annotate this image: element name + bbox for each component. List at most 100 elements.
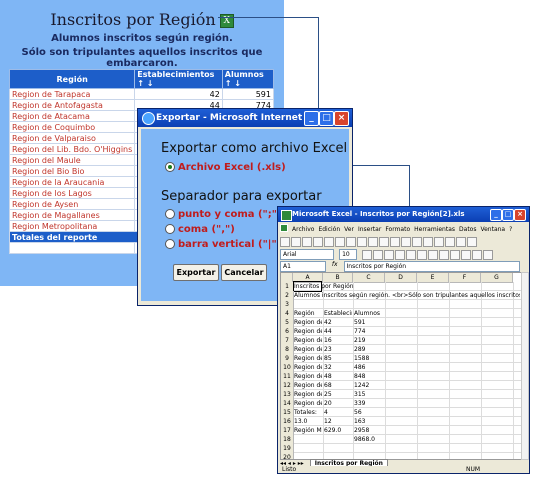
- chart-wizard-icon[interactable]: [445, 237, 455, 247]
- currency-icon[interactable]: [439, 250, 450, 260]
- spelling-icon[interactable]: [335, 237, 345, 247]
- menu-insertar[interactable]: Insertar: [358, 226, 381, 233]
- file-option-radio[interactable]: [165, 162, 175, 172]
- preview-icon[interactable]: [324, 237, 334, 247]
- cell[interactable]: 23: [324, 345, 352, 354]
- column-header[interactable]: E: [417, 273, 449, 283]
- column-header[interactable]: G: [481, 273, 513, 283]
- cell[interactable]: 1588: [354, 354, 384, 363]
- spreadsheet-grid[interactable]: A B C D E F G 1 Inscritos por Región 2 Alumnos ins…: [280, 272, 522, 460]
- pipe-radio[interactable]: [165, 239, 175, 249]
- cell[interactable]: Region de: [294, 354, 322, 363]
- comma-radio[interactable]: [165, 224, 175, 234]
- maximize-icon[interactable]: □: [319, 111, 334, 126]
- font-color-icon[interactable]: [483, 250, 494, 260]
- cell[interactable]: 25: [324, 390, 352, 399]
- open-icon[interactable]: [291, 237, 301, 247]
- cell[interactable]: 629.0: [324, 426, 352, 435]
- semicolon-radio[interactable]: [165, 209, 175, 219]
- cell[interactable]: 486: [354, 363, 384, 372]
- cell[interactable]: 32: [324, 363, 352, 372]
- vertical-scrollbar[interactable]: [521, 272, 529, 460]
- underline-icon[interactable]: [384, 250, 395, 260]
- name-box[interactable]: A1: [280, 261, 326, 272]
- cut-icon[interactable]: [346, 237, 356, 247]
- cell[interactable]: Region de: [294, 345, 322, 354]
- print-icon[interactable]: [313, 237, 323, 247]
- dialog-title-bar[interactable]: Exportar - Microsoft Internet Exp... _ □…: [138, 109, 352, 127]
- cell[interactable]: 163: [354, 417, 384, 426]
- italic-icon[interactable]: [373, 250, 384, 260]
- bold-icon[interactable]: [362, 250, 373, 260]
- new-icon[interactable]: [280, 237, 290, 247]
- cell[interactable]: Región Me: [294, 426, 322, 435]
- sort-asc-icon[interactable]: [423, 237, 433, 247]
- cell[interactable]: Establecin: [324, 309, 352, 318]
- cell[interactable]: Region de: [294, 390, 322, 399]
- menu-ver[interactable]: Ver: [344, 226, 354, 233]
- menu-help[interactable]: ?: [509, 226, 512, 233]
- cell[interactable]: 56: [354, 408, 384, 417]
- drawing-icon[interactable]: [456, 237, 466, 247]
- font-size-select[interactable]: 10: [339, 249, 358, 260]
- cell[interactable]: Region del: [294, 363, 322, 372]
- export-button[interactable]: Exportar: [173, 264, 219, 281]
- column-header[interactable]: C: [353, 273, 385, 283]
- cell[interactable]: 13.0: [294, 417, 322, 426]
- font-name-select[interactable]: Arial: [280, 249, 334, 260]
- cell[interactable]: 848: [354, 372, 384, 381]
- close-icon[interactable]: ×: [514, 209, 526, 221]
- cell[interactable]: Inscritos por Región: [293, 281, 354, 292]
- separator-pipe[interactable]: barra vertical ("|"): [165, 239, 281, 250]
- hyperlink-icon[interactable]: [401, 237, 411, 247]
- menu-ventana[interactable]: Ventana: [480, 226, 505, 233]
- cell[interactable]: 68: [324, 381, 352, 390]
- cell[interactable]: 20: [324, 399, 352, 408]
- cell[interactable]: 2958: [354, 426, 384, 435]
- fill-color-icon[interactable]: [472, 250, 483, 260]
- separator-semicolon[interactable]: punto y coma (";"): [165, 209, 282, 220]
- autosum-icon[interactable]: [412, 237, 422, 247]
- column-header[interactable]: F: [449, 273, 481, 283]
- column-header-establecimientos[interactable]: Establecimientos ↑ ↓: [134, 69, 223, 89]
- column-header-region[interactable]: Región: [8, 69, 136, 89]
- column-header[interactable]: D: [385, 273, 417, 283]
- cell[interactable]: Totales:: [294, 408, 322, 417]
- separator-comma[interactable]: coma (","): [165, 224, 235, 235]
- cell[interactable]: Region del: [294, 372, 322, 381]
- cell[interactable]: Región: [294, 309, 322, 318]
- menu-archivo[interactable]: Archivo: [292, 226, 314, 233]
- redo-icon[interactable]: [390, 237, 400, 247]
- cancel-button[interactable]: Cancelar: [221, 264, 267, 281]
- cell[interactable]: 42: [324, 318, 352, 327]
- cell[interactable]: Region de: [294, 318, 322, 327]
- cell[interactable]: 9868.0: [354, 435, 384, 444]
- cell[interactable]: 12: [324, 417, 352, 426]
- cell[interactable]: 1242: [354, 381, 384, 390]
- minimize-icon[interactable]: _: [304, 111, 319, 126]
- cell[interactable]: 44: [324, 327, 352, 336]
- cell[interactable]: 219: [354, 336, 384, 345]
- cell[interactable]: Region de: [294, 327, 322, 336]
- save-icon[interactable]: [302, 237, 312, 247]
- cell[interactable]: 16: [324, 336, 352, 345]
- minimize-icon[interactable]: _: [490, 209, 502, 221]
- cell[interactable]: 289: [354, 345, 384, 354]
- cell[interactable]: 315: [354, 390, 384, 399]
- cell[interactable]: Region de: [294, 336, 322, 345]
- cell[interactable]: Alumnos inscritos según región. <br>Sólo…: [294, 291, 520, 300]
- cell[interactable]: 48: [324, 372, 352, 381]
- menu-formato[interactable]: Formato: [385, 226, 410, 233]
- menu-edicion[interactable]: Edición: [318, 226, 340, 233]
- file-option[interactable]: Archivo Excel (.xls): [165, 162, 286, 173]
- column-header-alumnos[interactable]: Alumnos ↑ ↓: [221, 69, 275, 89]
- undo-icon[interactable]: [379, 237, 389, 247]
- menu-herramientas[interactable]: Herramientas: [414, 226, 455, 233]
- function-icon[interactable]: fx: [332, 261, 338, 268]
- cell[interactable]: Region del: [294, 381, 322, 390]
- align-left-icon[interactable]: [395, 250, 406, 260]
- cell[interactable]: 774: [354, 327, 384, 336]
- cell[interactable]: 4: [324, 408, 352, 417]
- paste-icon[interactable]: [368, 237, 378, 247]
- menu-datos[interactable]: Datos: [459, 226, 476, 233]
